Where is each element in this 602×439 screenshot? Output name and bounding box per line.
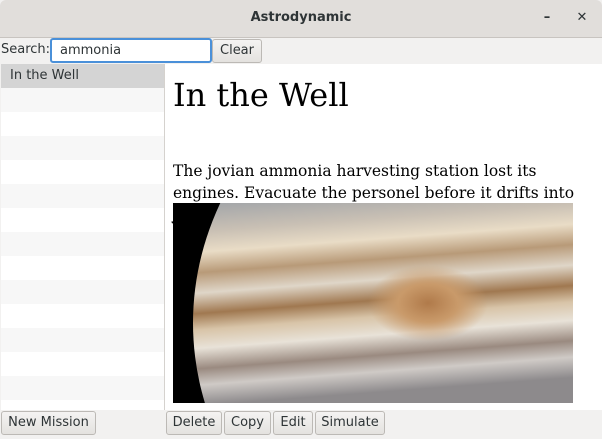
- copy-button[interactable]: Copy: [224, 411, 271, 435]
- jupiter-image: [173, 203, 573, 403]
- empty-row: [1, 184, 164, 208]
- empty-row: [1, 136, 164, 160]
- empty-row: [1, 160, 164, 184]
- empty-row: [1, 112, 164, 136]
- close-icon[interactable]: ✕: [573, 9, 591, 27]
- edit-button[interactable]: Edit: [273, 411, 313, 435]
- search-toolbar: Search: Clear: [0, 38, 602, 64]
- jupiter-photo: [173, 203, 573, 403]
- title-bar: Astrodynamic – ✕: [0, 0, 602, 38]
- empty-row: [1, 328, 164, 352]
- minimize-icon[interactable]: –: [538, 9, 556, 27]
- empty-row: [1, 256, 164, 280]
- mission-title: In the Well: [173, 76, 349, 114]
- empty-row: [1, 352, 164, 376]
- empty-row: [1, 208, 164, 232]
- empty-row: [1, 280, 164, 304]
- list-item[interactable]: In the Well: [1, 64, 164, 88]
- mission-list[interactable]: In the Well: [1, 64, 165, 410]
- empty-row: [1, 304, 164, 328]
- mission-detail: In the Well The jovian ammonia harvestin…: [165, 64, 602, 410]
- simulate-button[interactable]: Simulate: [315, 411, 385, 435]
- search-input[interactable]: [50, 38, 212, 63]
- window-title: Astrodynamic: [250, 10, 352, 25]
- search-label: Search:: [1, 42, 51, 57]
- great-red-spot: [368, 265, 488, 341]
- clear-button[interactable]: Clear: [212, 39, 262, 63]
- empty-row: [1, 88, 164, 112]
- planet-shape: [193, 203, 573, 403]
- empty-row: [1, 376, 164, 400]
- delete-button[interactable]: Delete: [166, 411, 222, 435]
- empty-row: [1, 232, 164, 256]
- new-mission-button[interactable]: New Mission: [1, 411, 96, 435]
